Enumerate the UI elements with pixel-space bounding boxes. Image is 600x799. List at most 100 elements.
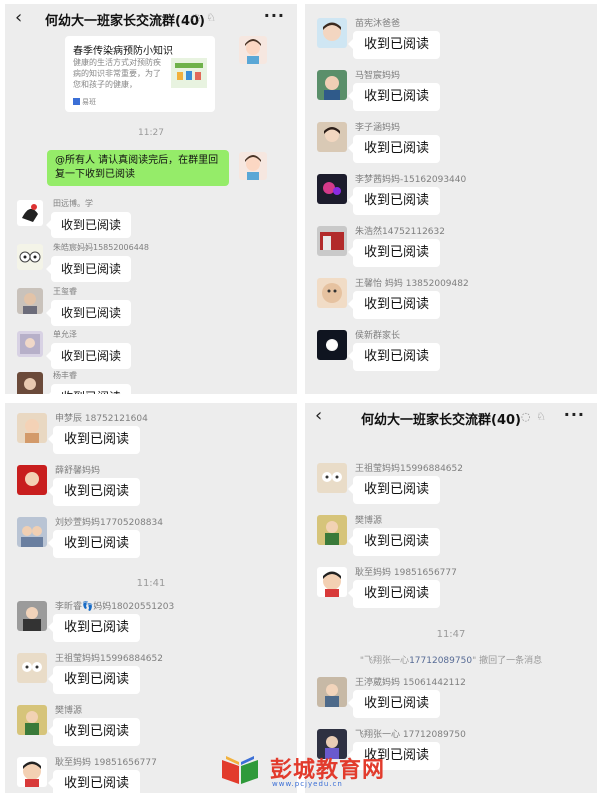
timestamp: 11:41 xyxy=(136,578,166,589)
message-bubble[interactable]: 收到已阅读 xyxy=(47,614,141,642)
message-bubble[interactable]: 收到已阅读 xyxy=(45,343,132,369)
watermark-url: www.pcjyedu.cn xyxy=(272,780,343,788)
back-icon[interactable]: ‹ xyxy=(15,8,22,28)
timestamp: 11:47 xyxy=(436,629,466,640)
chat-header: ‹ 何幼大一班家长交流群(40) ◌ ♘ ··· xyxy=(305,403,597,433)
sender-name: 王玺睿 xyxy=(53,287,77,296)
avatar[interactable] xyxy=(17,601,47,631)
avatar[interactable] xyxy=(317,18,347,48)
avatar[interactable] xyxy=(317,463,347,493)
sender-name: 薛舒馨妈妈 xyxy=(55,466,101,476)
sender-name: 侯新群家长 xyxy=(355,331,401,341)
message-bubble[interactable]: 收到已阅读 xyxy=(47,718,141,746)
chat-title: 何幼大一班家长交流群(40) xyxy=(45,14,205,29)
avatar[interactable] xyxy=(317,677,347,707)
message-bubble[interactable]: 收到已阅读 xyxy=(45,300,132,326)
recall-notice: "飞翔张一心17712089750" 撤回了一条消息 xyxy=(359,656,543,666)
more-icon[interactable]: ··· xyxy=(564,405,585,424)
sender-name: 王馨怡 妈妈 13852009482 xyxy=(355,279,469,289)
sender-name: 樊博源 xyxy=(355,516,383,526)
message-bubble[interactable]: 收到已阅读 xyxy=(47,770,141,793)
chat-title: 何幼大一班家长交流群(40) xyxy=(361,413,521,428)
chat-header: ‹ 何幼大一班家长交流群(40) ◌ ♘ ··· xyxy=(5,4,297,34)
avatar[interactable] xyxy=(17,757,47,787)
message-bubble[interactable]: 收到已阅读 xyxy=(45,212,132,238)
avatar[interactable] xyxy=(17,517,47,547)
message-bubble[interactable]: 收到已阅读 xyxy=(347,187,441,215)
more-icon[interactable]: ··· xyxy=(264,6,285,25)
message-bubble[interactable]: 收到已阅读 xyxy=(347,580,441,608)
avatar[interactable] xyxy=(317,174,347,204)
message-bubble[interactable]: 收到已阅读 xyxy=(47,426,141,454)
chat-screenshot-3: 申梦辰 18752121604 收到已阅读 薛舒馨妈妈 收到已阅读 刘妙萱妈妈1… xyxy=(5,403,297,793)
link-card[interactable]: 春季传染病预防小知识 健康的生活方式对预防疾病的知识非常重要，为了您和孩子的健康… xyxy=(65,36,215,112)
sender-name: 田远博。学 xyxy=(53,199,93,208)
sender-name: 单允泽 xyxy=(53,330,77,339)
message-bubble[interactable]: 收到已阅读 xyxy=(47,478,141,506)
message-bubble[interactable]: 收到已阅读 xyxy=(47,530,141,558)
message-bubble[interactable]: 收到已阅读 xyxy=(347,135,441,163)
avatar[interactable] xyxy=(317,226,347,256)
avatar[interactable] xyxy=(17,288,43,314)
back-icon[interactable]: ‹ xyxy=(315,406,322,426)
sender-name: 王祖莹妈妈15996884652 xyxy=(355,464,463,474)
mute-icon: ◌ ♘ xyxy=(191,11,217,24)
avatar[interactable] xyxy=(317,278,347,308)
sender-name: 李梦茜妈妈-15162093440 xyxy=(355,175,467,185)
message-bubble[interactable]: 收到已阅读 xyxy=(347,31,441,59)
sender-name: 樊博源 xyxy=(55,706,83,716)
sender-name: 耿至妈妈 19851656777 xyxy=(55,758,157,768)
message-bubble[interactable]: 收到已阅读 xyxy=(347,291,441,319)
card-thumbnail xyxy=(171,58,207,88)
sender-name: 李子涵妈妈 xyxy=(355,123,401,133)
sender-name: 杨丰睿 xyxy=(53,371,77,380)
mute-icon: ◌ ♘ xyxy=(521,410,547,423)
avatar[interactable] xyxy=(317,330,347,360)
watermark: 彭城教育网 www.pcjyedu.cn xyxy=(220,748,400,794)
avatar[interactable] xyxy=(17,200,43,226)
self-message-bubble[interactable]: @所有人 请认真阅读完后，在群里回复一下收到已阅读 xyxy=(47,150,229,186)
chat-screenshot-4: ‹ 何幼大一班家长交流群(40) ◌ ♘ ··· 王祖莹妈妈1599688465… xyxy=(305,403,597,793)
message-bubble[interactable]: 收到已阅读 xyxy=(347,528,441,556)
avatar[interactable] xyxy=(317,515,347,545)
timestamp: 11:27 xyxy=(138,128,164,138)
message-bubble[interactable]: 收到已阅读 xyxy=(45,256,132,282)
avatar[interactable] xyxy=(17,331,43,357)
message-bubble[interactable]: 收到已阅读 xyxy=(47,666,141,694)
message-bubble[interactable]: 收到已阅读 xyxy=(347,690,441,718)
sender-name: 王渟葳妈妈 15061442112 xyxy=(355,678,466,688)
avatar[interactable] xyxy=(17,413,47,443)
sender-name: 飞翔张一心 17712089750 xyxy=(355,730,466,740)
avatar[interactable] xyxy=(239,152,267,180)
sender-name: 李昕睿👣妈妈18020551203 xyxy=(55,602,175,612)
sender-name: 刘妙萱妈妈17705208834 xyxy=(55,518,163,528)
book-logo-icon xyxy=(220,750,260,786)
message-bubble[interactable]: 收到已阅读 xyxy=(347,239,441,267)
avatar[interactable] xyxy=(17,465,47,495)
sender-name: 耿至妈妈 19851656777 xyxy=(355,568,457,578)
sender-name: 马智宸妈妈 xyxy=(355,71,401,81)
sender-name: 朱皓宸妈妈15852006448 xyxy=(53,243,149,252)
message-bubble[interactable]: 收到已阅读 xyxy=(347,343,441,371)
sender-name: 苗宪沐爸爸 xyxy=(355,19,401,29)
recall-phone-link[interactable]: 17712089750 xyxy=(409,656,472,666)
avatar[interactable] xyxy=(17,705,47,735)
chat-screenshot-1: ‹ 何幼大一班家长交流群(40) ◌ ♘ ··· 春季传染病预防小知识 健康的生… xyxy=(5,4,297,394)
source-icon xyxy=(73,98,80,105)
card-title: 春季传染病预防小知识 xyxy=(73,46,173,57)
chat-screenshot-2: 苗宪沐爸爸 收到已阅读 马智宸妈妈 收到已阅读 李子涵妈妈 收到已阅读 李梦茜妈… xyxy=(305,4,597,394)
avatar[interactable] xyxy=(317,122,347,152)
avatar[interactable] xyxy=(317,70,347,100)
message-bubble[interactable]: 收到已阅读 xyxy=(347,476,441,504)
avatar[interactable] xyxy=(317,567,347,597)
avatar[interactable] xyxy=(239,36,267,64)
sender-name: 王祖莹妈妈15996884652 xyxy=(55,654,163,664)
avatar[interactable] xyxy=(17,653,47,683)
card-description: 健康的生活方式对预防疾病的知识非常重要，为了您和孩子的健康， xyxy=(73,58,161,89)
avatar[interactable] xyxy=(17,244,43,270)
avatar[interactable] xyxy=(17,372,43,394)
message-bubble[interactable]: 收到已阅读 xyxy=(347,83,441,111)
card-source: 易班 xyxy=(73,97,96,107)
sender-name: 朱浩然14752112632 xyxy=(355,227,445,237)
message-bubble[interactable]: 收到已阅读 xyxy=(45,384,132,394)
